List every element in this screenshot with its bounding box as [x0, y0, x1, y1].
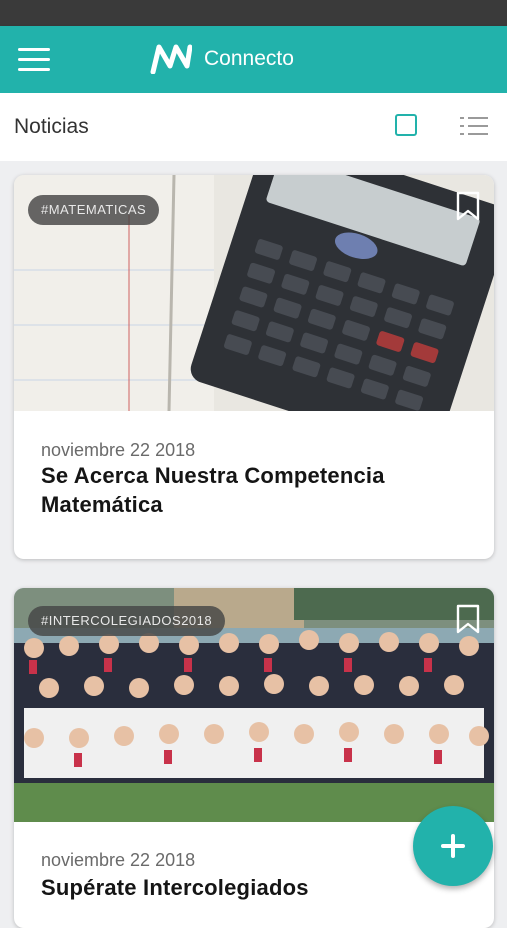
hamburger-menu-icon[interactable] [18, 48, 50, 72]
news-title[interactable]: Supérate Intercolegiados [41, 873, 461, 902]
page-title: Noticias [14, 115, 89, 138]
bookmark-icon[interactable] [456, 191, 480, 221]
section-header: Noticias [0, 93, 507, 161]
news-title[interactable]: Se Acerca Nuestra Competencia Matemática [41, 461, 461, 519]
add-news-button[interactable] [413, 806, 493, 886]
news-date: noviembre 22 2018 [41, 850, 196, 870]
bookmark-icon[interactable] [456, 604, 480, 634]
tag-chip[interactable]: #INTERCOLEGIADOS2018 [28, 606, 226, 636]
app-bar: Connecto [0, 26, 507, 93]
connecto-logo-icon [150, 44, 192, 74]
news-card[interactable]: #INTERCOLEGIADOS2018 noviembre 22 2018 S… [14, 588, 494, 928]
news-date: noviembre 22 2018 [41, 440, 196, 460]
status-bar [0, 0, 507, 26]
app-name: Connecto [204, 47, 294, 70]
tag-chip[interactable]: #MATEMATICAS [28, 195, 160, 225]
news-card[interactable]: #MATEMATICAS noviembre 22 2018 Se Acerca… [14, 175, 494, 559]
list-view-icon[interactable] [460, 116, 488, 136]
grid-view-icon[interactable] [395, 114, 417, 136]
